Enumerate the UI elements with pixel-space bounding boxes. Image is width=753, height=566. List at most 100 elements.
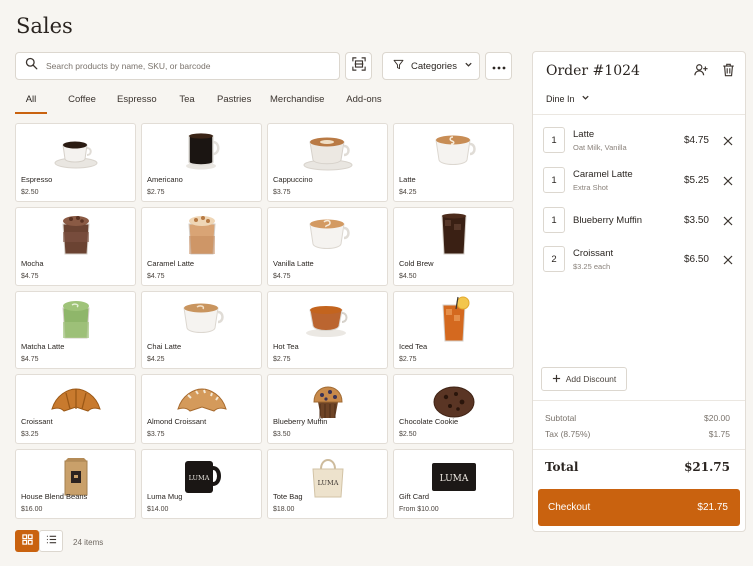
category-tabs: All Coffee Espresso Tea Pastries Merchan… xyxy=(15,88,512,114)
order-line: 2 Croissant $3.25 each $6.50 xyxy=(543,246,735,276)
line-item-name: Blueberry Muffin xyxy=(573,215,642,226)
line-item-name: Caramel Latte xyxy=(573,169,633,180)
chevron-down-icon xyxy=(581,93,590,104)
total-label: Total xyxy=(545,460,579,474)
product-card[interactable]: Blueberry Muffin $3.50 xyxy=(267,374,388,444)
checkout-button[interactable]: Checkout $21.75 xyxy=(538,489,740,526)
product-name: Chai Latte xyxy=(147,342,182,351)
tax-value: $1.75 xyxy=(708,429,730,439)
order-line: 1 Blueberry Muffin $3.50 xyxy=(543,207,735,237)
divider xyxy=(533,449,745,450)
add-discount-button[interactable]: Add Discount xyxy=(541,367,627,391)
product-card[interactable]: Americano $2.75 xyxy=(141,123,262,202)
total-row: Total $21.75 xyxy=(545,460,730,474)
tab-tea[interactable]: Tea xyxy=(177,88,197,114)
subtotal-label: Subtotal xyxy=(545,413,577,423)
tab-coffee[interactable]: Coffee xyxy=(67,88,97,114)
list-view-button[interactable] xyxy=(39,530,63,552)
product-card[interactable]: LUMA Gift Card From $10.00 xyxy=(393,449,514,519)
product-name: Iced Tea xyxy=(399,342,428,351)
scan-barcode-button[interactable] xyxy=(345,52,372,80)
cappuccino-cup-icon xyxy=(268,128,387,174)
tab-merchandise[interactable]: Merchandise xyxy=(270,88,324,114)
product-price: $2.75 xyxy=(273,356,291,363)
order-line: 1 Caramel Latte Extra Shot $5.25 xyxy=(543,167,735,197)
close-icon[interactable] xyxy=(723,252,733,270)
product-name: Tote Bag xyxy=(273,492,303,501)
more-options-button[interactable] xyxy=(485,52,512,80)
product-card[interactable]: Latte $4.25 xyxy=(393,123,514,202)
product-price: $2.75 xyxy=(399,356,417,363)
more-horizontal-icon xyxy=(492,57,506,75)
latte-cup-icon xyxy=(394,128,513,174)
product-card[interactable]: LUMA Tote Bag $18.00 xyxy=(267,449,388,519)
product-card[interactable]: Almond Croissant $3.75 xyxy=(141,374,262,444)
product-card[interactable]: Caramel Latte $4.75 xyxy=(141,207,262,286)
product-card[interactable]: Vanilla Latte $4.75 xyxy=(267,207,388,286)
tax-label: Tax (8.75%) xyxy=(545,429,591,439)
close-icon[interactable] xyxy=(723,213,733,231)
product-card[interactable]: Cappuccino $3.75 xyxy=(267,123,388,202)
product-price: $4.75 xyxy=(21,273,39,280)
product-card[interactable]: House Blend Beans $16.00 xyxy=(15,449,136,519)
product-price: $16.00 xyxy=(21,506,43,513)
product-card[interactable]: LUMA Luma Mug $14.00 xyxy=(141,449,262,519)
iced-tea-glass-icon xyxy=(394,296,513,342)
total-value: $21.75 xyxy=(684,460,730,474)
product-price: $3.75 xyxy=(147,431,165,438)
product-price: $4.25 xyxy=(399,189,417,196)
matcha-glass-icon xyxy=(16,296,135,342)
product-card[interactable]: Chocolate Cookie $2.50 xyxy=(393,374,514,444)
service-mode-label: Dine In xyxy=(546,93,575,104)
categories-label: Categories xyxy=(411,60,457,72)
line-item-name: Latte xyxy=(573,129,595,140)
tab-add-ons[interactable]: Add-ons xyxy=(345,88,383,114)
quantity-box[interactable]: 1 xyxy=(543,207,565,233)
product-name: Vanilla Latte xyxy=(273,259,314,268)
close-icon[interactable] xyxy=(723,133,733,151)
product-price: $2.50 xyxy=(21,189,39,196)
product-name: Croissant xyxy=(21,417,53,426)
product-card[interactable]: Iced Tea $2.75 xyxy=(393,291,514,369)
categories-dropdown[interactable]: Categories xyxy=(382,52,480,80)
tab-pastries[interactable]: Pastries xyxy=(217,88,251,114)
product-price: $3.50 xyxy=(273,431,291,438)
product-card[interactable]: Hot Tea $2.75 xyxy=(267,291,388,369)
product-card[interactable]: Matcha Latte $4.75 xyxy=(15,291,136,369)
product-name: Mocha xyxy=(21,259,44,268)
trash-icon[interactable] xyxy=(722,63,735,82)
line-item-price: $6.50 xyxy=(683,254,709,265)
quantity-box[interactable]: 1 xyxy=(543,167,565,193)
add-discount-label: Add Discount xyxy=(565,374,617,384)
close-icon[interactable] xyxy=(723,173,733,191)
quantity-box[interactable]: 1 xyxy=(543,127,565,153)
product-card[interactable]: Mocha $4.75 xyxy=(15,207,136,286)
product-card[interactable]: Cold Brew $4.50 xyxy=(393,207,514,286)
line-item-name: Croissant xyxy=(573,248,614,259)
product-card[interactable]: Chai Latte $4.25 xyxy=(141,291,262,369)
line-item-modifiers: Extra Shot xyxy=(573,183,609,192)
product-grid: Espresso $2.50 Americano $2.75 Cappuccin… xyxy=(15,123,514,519)
add-customer-icon[interactable] xyxy=(694,63,708,82)
chai-cup-icon xyxy=(142,296,261,342)
item-count: 24 items xyxy=(73,538,104,547)
tax-row: Tax (8.75%) $1.75 xyxy=(545,429,730,439)
divider xyxy=(533,114,745,115)
product-price: $4.50 xyxy=(399,273,417,280)
tab-all[interactable]: All xyxy=(15,88,47,114)
product-card[interactable]: Espresso $2.50 xyxy=(15,123,136,202)
grid-view-button[interactable] xyxy=(15,530,39,552)
search-input[interactable] xyxy=(46,61,326,71)
product-name: Caramel Latte xyxy=(147,259,195,268)
product-name: Cold Brew xyxy=(399,259,434,268)
service-mode-dropdown[interactable]: Dine In xyxy=(546,93,590,104)
tea-cup-icon xyxy=(268,296,387,342)
search-box[interactable] xyxy=(15,52,340,80)
product-name: Latte xyxy=(399,175,416,184)
product-name: Blueberry Muffin xyxy=(273,417,328,426)
divider xyxy=(533,400,745,401)
product-price: $4.75 xyxy=(273,273,291,280)
quantity-box[interactable]: 2 xyxy=(543,246,565,272)
product-card[interactable]: Croissant $3.25 xyxy=(15,374,136,444)
tab-espresso[interactable]: Espresso xyxy=(117,88,157,114)
